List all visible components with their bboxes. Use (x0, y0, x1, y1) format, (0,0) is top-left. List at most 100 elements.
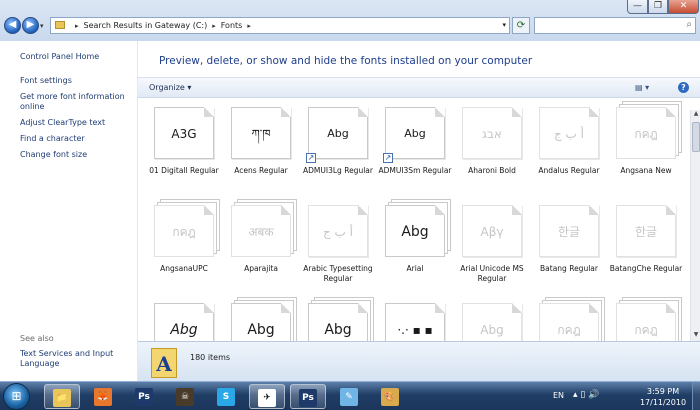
address-dropdown-icon[interactable]: ▾ (502, 18, 506, 33)
firefox-icon: 🦊 (94, 388, 112, 406)
font-sample: אבג (482, 127, 502, 141)
show-desktop-button[interactable] (692, 382, 700, 410)
font-sample: Abg (404, 127, 426, 140)
breadcrumb-fonts[interactable]: Fonts (221, 21, 243, 30)
font-preview-icon: A3G (154, 107, 214, 159)
taskbar-explorer-button[interactable]: 📁 (44, 384, 80, 409)
scroll-up-icon[interactable]: ▲ (691, 110, 700, 120)
font-sample: A3G (171, 127, 197, 141)
taskbar-runner-button[interactable]: ✈ (249, 384, 285, 409)
font-sample: Abg (327, 127, 349, 140)
header-banner: Preview, delete, or show and hide the fo… (138, 41, 700, 76)
close-button[interactable]: ✕ (668, 0, 699, 14)
font-settings-link[interactable]: Font settings (20, 76, 132, 86)
chevron-right-icon[interactable]: ▸ (247, 22, 251, 30)
find-character-link[interactable]: Find a character (20, 134, 132, 144)
font-preview-icon: Abg (231, 303, 291, 341)
address-field[interactable]: ▸ Search Results in Gateway (C:) ▸ Fonts ▸ ▾ (50, 17, 510, 34)
taskbar-game-button[interactable]: ☠ (167, 384, 203, 409)
font-item[interactable]: Abg ↗ ADMUI3Sm Regular (377, 101, 453, 191)
language-indicator[interactable]: EN (553, 391, 564, 400)
clock-date: 17/11/2010 (639, 398, 687, 407)
fonts-folder-icon: A (151, 348, 177, 378)
adjust-cleartype-link[interactable]: Adjust ClearType text (20, 118, 132, 128)
font-name: ADMUI3Sm Regular (378, 166, 452, 175)
font-item[interactable]: ཀ་ཁ Acens Regular (223, 101, 299, 191)
font-item[interactable]: Abg (146, 297, 222, 341)
breadcrumb-search-results[interactable]: Search Results in Gateway (C:) (84, 21, 208, 30)
game-icon: ☠ (176, 388, 194, 406)
paint-icon: 🎨 (381, 388, 399, 406)
font-item[interactable]: Abg Arial (377, 199, 453, 289)
chevron-right-icon[interactable]: ▸ (75, 22, 79, 30)
font-sample: अबक (248, 225, 274, 239)
font-item[interactable]: ·.· ▪ ▪ (377, 297, 453, 341)
page-title: Preview, delete, or show and hide the fo… (159, 55, 533, 67)
scroll-down-icon[interactable]: ▼ (691, 331, 700, 341)
get-more-font-info-link[interactable]: Get more font information online (20, 92, 132, 112)
font-item[interactable]: 한글 BatangChe Regular (608, 199, 684, 289)
chevron-right-icon[interactable]: ▸ (212, 22, 216, 30)
font-item[interactable]: אבג Aharoni Bold (454, 101, 530, 191)
font-name: Arabic Typesetting Regular (303, 264, 373, 283)
tray-icons[interactable]: ▴ ▯ 🔊 (573, 390, 599, 400)
search-input[interactable]: ⌕ (534, 17, 696, 34)
scroll-thumb[interactable] (692, 122, 700, 152)
font-sample: กคฎ (634, 323, 658, 337)
font-sample: กคฎ (634, 127, 658, 141)
recent-pages-dropdown[interactable]: ▾ (40, 22, 44, 30)
maximize-button[interactable]: ❐ (648, 0, 668, 14)
font-sample: Abg (247, 322, 275, 338)
see-also-heading: See also (20, 334, 54, 343)
font-sample: ཀ་ཁ (251, 127, 271, 141)
font-item[interactable]: अबक Aparajita (223, 199, 299, 289)
font-item[interactable]: أ ب ج Andalus Regular (531, 101, 607, 191)
font-preview-icon: ·.· ▪ ▪ (385, 303, 445, 341)
change-font-size-link[interactable]: Change font size (20, 150, 132, 160)
taskbar-firefox-button[interactable]: 🦊 (85, 384, 121, 409)
font-item[interactable]: 한글 Batang Regular (531, 199, 607, 289)
font-item[interactable]: أ ب ج Arabic Typesetting Regular (300, 199, 376, 289)
search-icon[interactable]: ⌕ (686, 19, 692, 30)
font-item[interactable]: Abg (223, 297, 299, 341)
font-item[interactable]: Αβγ Arial Unicode MS Regular (454, 199, 530, 289)
notepad-icon: ✎ (340, 388, 358, 406)
font-preview-icon: กคฎ (539, 303, 599, 341)
font-item[interactable]: กคฎ (608, 297, 684, 341)
taskbar-notepad-button[interactable]: ✎ (331, 384, 367, 409)
font-item[interactable]: Abg ↗ ADMUI3Lg Regular (300, 101, 376, 191)
font-preview-icon: अबक (231, 205, 291, 257)
start-button[interactable]: ⊞ (3, 383, 30, 410)
font-item[interactable]: กคฎ Angsana New (608, 101, 684, 191)
text-services-link[interactable]: Text Services and Input Language (20, 349, 132, 369)
view-icon: ▤ (635, 83, 643, 92)
font-sample: 한글 (634, 225, 658, 239)
font-name: Acens Regular (234, 166, 288, 175)
taskbar-photoshop-button[interactable]: Ps (126, 384, 162, 409)
help-button[interactable]: ? (678, 82, 689, 93)
back-button[interactable]: ◀ (4, 17, 21, 34)
refresh-button[interactable]: ⟳ (512, 17, 530, 34)
font-item[interactable]: A3G 01 Digitall Regular (146, 101, 222, 191)
control-panel-home-link[interactable]: Control Panel Home (20, 52, 132, 62)
font-item[interactable]: กคฎ (531, 297, 607, 341)
font-item[interactable]: กคฎ AngsanaUPC (146, 199, 222, 289)
taskbar-skype-button[interactable]: S (208, 384, 244, 409)
font-item[interactable]: Abg (300, 297, 376, 341)
font-preview-icon: Abg (308, 107, 368, 159)
minimize-button[interactable]: — (627, 0, 648, 14)
forward-button[interactable]: ▶ (22, 17, 39, 34)
clock-time: 3:59 PM (646, 387, 680, 396)
clock[interactable]: 3:59 PM 17/11/2010 (638, 386, 688, 408)
font-item[interactable]: Abg (454, 297, 530, 341)
vertical-scrollbar[interactable]: ▲ ▼ (690, 110, 700, 341)
organize-button[interactable]: Organize ▾ (149, 83, 191, 92)
taskbar-paint-button[interactable]: 🎨 (372, 384, 408, 409)
font-name: AngsanaUPC (160, 264, 208, 273)
organize-label: Organize (149, 83, 185, 92)
taskbar-photoshop2-button[interactable]: Ps (290, 384, 326, 409)
font-preview-icon: Abg (385, 107, 445, 159)
change-view-button[interactable]: ▤ ▾ (635, 83, 649, 92)
shortcut-arrow-icon: ↗ (383, 153, 393, 163)
taskbar: ⊞ 📁 🦊 Ps ☠ S ✈ Ps ✎ 🎨 EN ▴ ▯ 🔊 3:59 PM 17/11/201… (0, 381, 700, 410)
